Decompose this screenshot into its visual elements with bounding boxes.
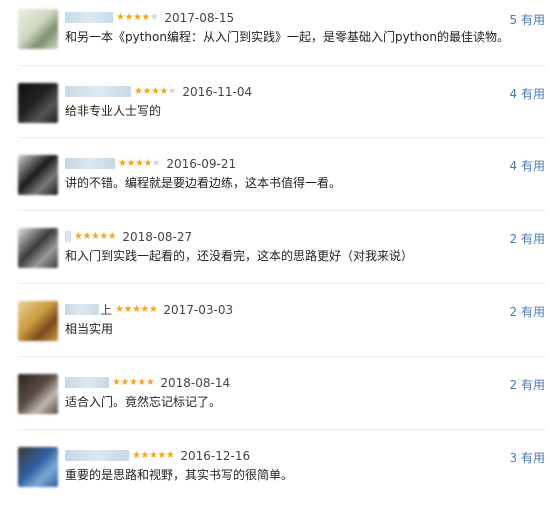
star-filled-icon: ★ (159, 85, 168, 97)
star-filled-icon: ★ (82, 230, 91, 242)
user-avatar[interactable] (18, 228, 58, 268)
review-date: 2018-08-27 (122, 229, 193, 244)
star-filled-icon: ★ (142, 85, 151, 97)
star-filled-icon: ★ (126, 157, 135, 169)
review-date: 2017-03-03 (163, 302, 234, 317)
username-visible-part[interactable]: 上 (100, 302, 112, 318)
review-item: 上 ★★★★★ 2017-03-03 相当实用 2 有用 (0, 295, 550, 365)
useful-count[interactable]: 2 有用 (510, 303, 545, 320)
review-date: 2016-11-04 (182, 84, 253, 99)
review-item: ★★★★★ 2016-09-21 讲的不错。编程就是要边看边练，这本书值得一看。 4 … (0, 149, 550, 219)
star-filled-icon: ★ (137, 376, 146, 388)
rating-stars: ★★★★★ (134, 84, 177, 100)
useful-count[interactable]: 3 有用 (510, 449, 545, 466)
useful-count[interactable]: 5 有用 (510, 11, 545, 28)
username-blurred[interactable] (65, 86, 131, 97)
review-header: 上 ★★★★★ 2017-03-03 (65, 301, 233, 317)
username-blurred[interactable] (65, 12, 113, 23)
review-text: 重要的是思路和视野，其实书写的很简单。 (65, 468, 294, 482)
review-item: ★★★★★ 2017-08-15 和另一本《python编程：从入门到实践》一起，是… (0, 3, 550, 73)
divider (18, 65, 545, 66)
user-avatar[interactable] (18, 301, 58, 341)
review-item: ★★★★★ 2018-08-27 和入门到实践一起看的，还没看完，这本的思路更好（对… (0, 222, 550, 292)
review-header: ★★★★★ 2018-08-27 (65, 228, 192, 244)
user-avatar[interactable] (18, 374, 58, 414)
username-blurred[interactable] (65, 377, 109, 388)
username-blurred[interactable] (65, 158, 115, 169)
star-filled-icon: ★ (165, 449, 175, 461)
divider (18, 429, 545, 430)
divider (18, 283, 545, 284)
review-date: 2018-08-14 (160, 375, 231, 390)
user-avatar[interactable] (18, 447, 58, 487)
review-text: 适合入门。竟然忘记标记了。 (65, 395, 222, 409)
review-header: ★★★★★ 2017-08-15 (65, 9, 234, 25)
useful-count[interactable]: 2 有用 (510, 376, 545, 393)
useful-count[interactable]: 2 有用 (510, 230, 545, 247)
star-filled-icon: ★ (107, 230, 117, 242)
username-blurred[interactable] (65, 304, 99, 315)
divider (18, 137, 545, 138)
review-header: ★★★★★ 2016-11-04 (65, 83, 252, 99)
useful-count[interactable]: 4 有用 (510, 157, 545, 174)
star-filled-icon: ★ (157, 449, 166, 461)
review-list: ★★★★★ 2017-08-15 和另一本《python编程：从入门到实践》一起，是… (0, 0, 550, 507)
divider (18, 210, 545, 211)
user-avatar[interactable] (18, 83, 58, 123)
rating-stars: ★★★★★ (74, 229, 117, 245)
review-date: 2016-12-16 (180, 448, 251, 463)
review-header: ★★★★★ 2018-08-14 (65, 374, 230, 390)
star-filled-icon: ★ (140, 449, 149, 461)
star-filled-icon: ★ (99, 230, 108, 242)
review-date: 2016-09-21 (166, 156, 237, 171)
username-blurred[interactable] (65, 231, 71, 242)
star-empty-icon: ★ (167, 85, 177, 97)
rating-stars: ★★★★★ (118, 156, 161, 172)
rating-stars: ★★★★★ (115, 302, 158, 318)
user-avatar[interactable] (18, 155, 58, 195)
star-empty-icon: ★ (151, 157, 161, 169)
review-text: 给非专业人士写的 (65, 104, 162, 118)
useful-count[interactable]: 4 有用 (510, 85, 545, 102)
star-filled-icon: ★ (123, 303, 132, 315)
review-text: 讲的不错。编程就是要边看边练，这本书值得一看。 (65, 176, 342, 190)
star-filled-icon: ★ (120, 376, 129, 388)
review-item: ★★★★★ 2016-12-16 重要的是思路和视野，其实书写的很简单。 3 有用 (0, 441, 550, 511)
review-item: ★★★★★ 2018-08-14 适合入门。竟然忘记标记了。 2 有用 (0, 368, 550, 438)
review-header: ★★★★★ 2016-12-16 (65, 447, 250, 463)
review-text: 相当实用 (65, 322, 114, 336)
rating-stars: ★★★★★ (132, 448, 175, 464)
divider (18, 356, 545, 357)
star-filled-icon: ★ (148, 303, 158, 315)
star-filled-icon: ★ (143, 157, 152, 169)
star-filled-icon: ★ (141, 11, 150, 23)
star-empty-icon: ★ (149, 11, 159, 23)
rating-stars: ★★★★★ (116, 10, 159, 26)
star-filled-icon: ★ (140, 303, 149, 315)
star-filled-icon: ★ (145, 376, 155, 388)
review-text: 和入门到实践一起看的，还没看完，这本的思路更好（对我来说） (65, 249, 414, 263)
review-text: 和另一本《python编程：从入门到实践》一起，是零基础入门python的最佳读… (65, 30, 509, 44)
review-header: ★★★★★ 2016-09-21 (65, 155, 236, 171)
username-blurred[interactable] (65, 450, 129, 461)
review-date: 2017-08-15 (164, 10, 235, 25)
star-filled-icon: ★ (124, 11, 133, 23)
user-avatar[interactable] (18, 9, 58, 49)
rating-stars: ★★★★★ (112, 375, 155, 391)
